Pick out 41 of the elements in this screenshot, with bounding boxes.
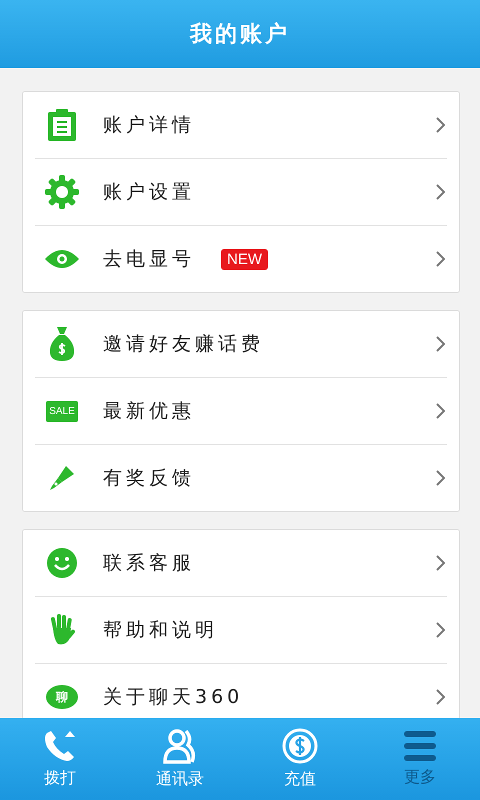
menu-item[interactable]: 邀请好友赚话费 [35,311,447,377]
chevron-right-icon [436,184,445,200]
chevron-right-icon [436,470,445,486]
menu-item-label: 最新优惠 [103,399,195,424]
phone-icon [43,729,77,763]
menu-item[interactable]: 账户详情 [35,92,447,158]
gear-icon [45,175,79,209]
speech-bubble-icon: 聊 [46,685,78,709]
menu-item[interactable]: 账户设置 [35,158,447,225]
menu-item-label: 关于聊天360 [103,685,244,710]
menu-item[interactable]: 有奖反馈 [35,444,447,511]
smiley-icon [47,548,77,578]
chevron-right-icon [436,336,445,352]
menu-item-label: 帮助和说明 [103,618,218,643]
menu-item-label: 账户详情 [103,113,195,138]
clipboard-icon [47,109,77,141]
dollar-coin-icon [282,728,318,764]
hand-icon [48,614,76,646]
chevron-right-icon [436,403,445,419]
menu-item-label: 有奖反馈 [103,466,195,491]
menu-item[interactable]: 联系客服 [35,530,447,596]
chevron-right-icon [436,622,445,638]
menu-item-label: 去电显号 [103,247,195,272]
menu-icon [404,730,436,762]
menu-item-label: 联系客服 [103,551,195,576]
money-bag-icon [49,327,75,361]
contacts-icon [162,728,198,764]
page-title: 我的账户 [190,21,290,49]
chevron-right-icon [436,117,445,133]
menu-item-label: 账户设置 [103,180,195,205]
sale-sign-icon: SALE [46,400,78,422]
menu-item[interactable]: 帮助和说明 [35,596,447,663]
chevron-right-icon [436,251,445,267]
menu-item[interactable]: 去电显号 NEW [35,225,447,292]
pen-icon [48,464,76,492]
chevron-right-icon [436,555,445,571]
menu-item-label: 邀请好友赚话费 [103,332,264,357]
new-badge: NEW [221,248,268,270]
menu-item[interactable]: SALE 最新优惠 [35,377,447,444]
eye-icon [45,249,79,269]
chevron-right-icon [436,689,445,705]
